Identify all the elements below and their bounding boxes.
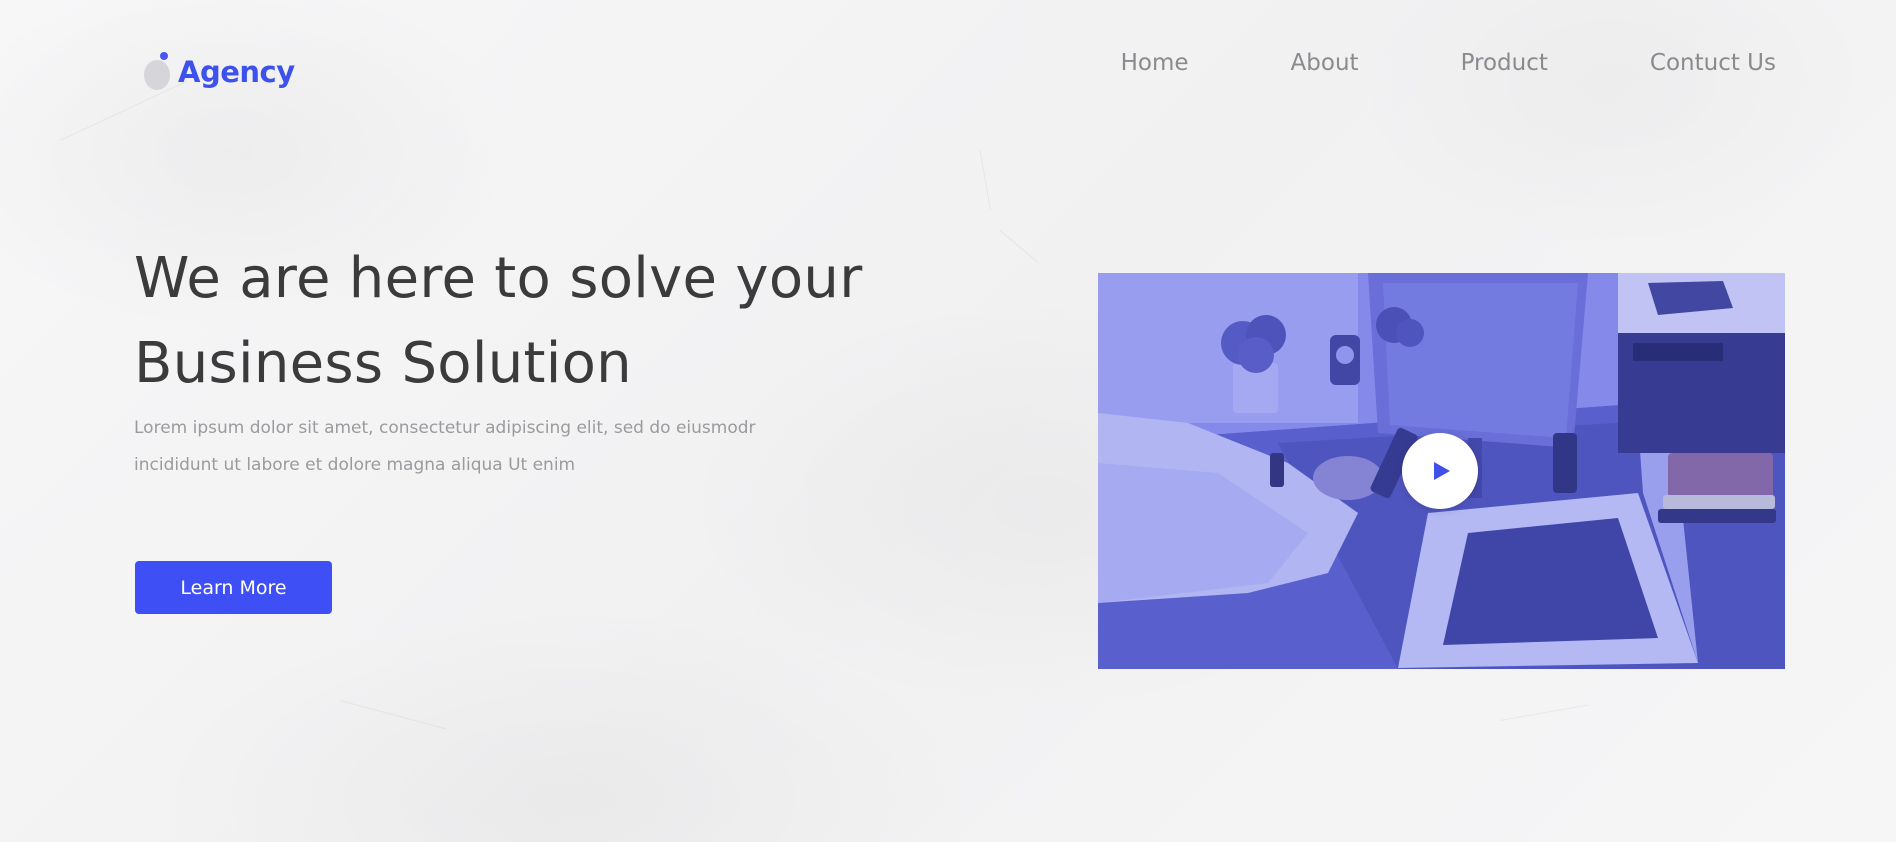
- wall-crack: [979, 150, 991, 210]
- logo-text: Agency: [178, 55, 295, 89]
- main-nav: Home About Product Contuct Us: [1121, 50, 1776, 76]
- play-icon: [1434, 462, 1450, 480]
- hero-title: We are here to solve your Business Solut…: [134, 246, 863, 396]
- nav-item-contact[interactable]: Contuct Us: [1650, 50, 1776, 76]
- nav-item-product[interactable]: Product: [1461, 50, 1548, 76]
- wall-crack: [999, 230, 1039, 264]
- wall-crack: [1499, 704, 1589, 721]
- learn-more-button[interactable]: Learn More: [135, 561, 332, 614]
- video-thumbnail[interactable]: [1098, 273, 1785, 669]
- play-button[interactable]: [1402, 433, 1478, 509]
- hero-description: Lorem ipsum dolor sit amet, consectetur …: [134, 418, 756, 475]
- nav-item-home[interactable]: Home: [1121, 50, 1189, 76]
- nav-item-about[interactable]: About: [1291, 50, 1359, 76]
- logo[interactable]: Agency: [142, 52, 295, 92]
- wall-crack: [339, 700, 447, 730]
- drop-logo-icon: [142, 52, 172, 92]
